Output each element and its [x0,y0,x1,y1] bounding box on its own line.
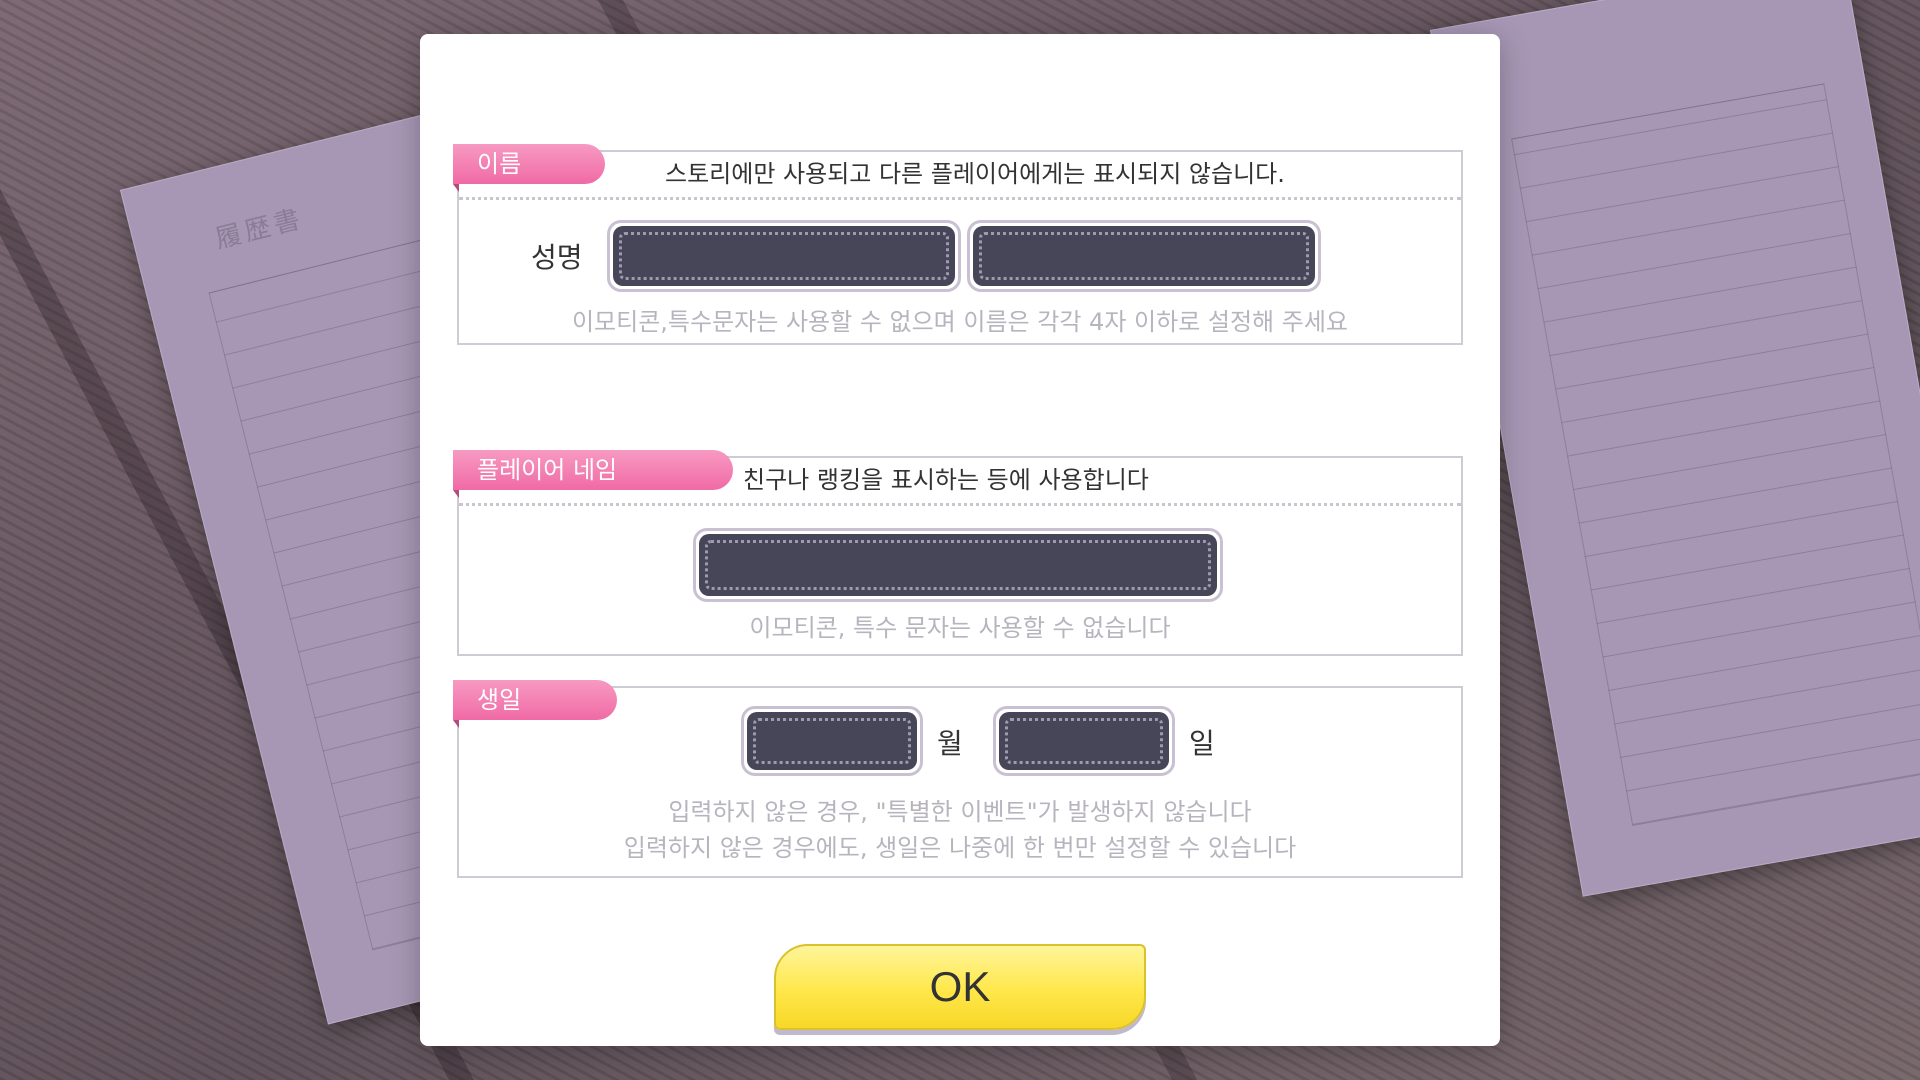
name-hint: 이모티콘,특수문자는 사용할 수 없으며 이름은 각각 4자 이하로 설정해 주… [571,308,1349,336]
background-document-title: 履歴書 [212,203,307,255]
profile-dialog: 이름 스토리에만 사용되고 다른 플레이어에게는 표시되지 않습니다. 성명 이… [420,34,1500,1046]
ok-button[interactable]: OK [774,944,1146,1030]
birth-day-input[interactable] [993,706,1175,776]
player-name-section: 플레이어 네임 친구나 랭킹을 표시하는 등에 사용합니다 이모티콘, 특수 문… [453,450,1463,656]
birth-month-input[interactable] [741,706,923,776]
day-label: 일 [1189,727,1215,760]
birthday-hint-line1: 입력하지 않은 경우, "특별한 이벤트"가 발생하지 않습니다 [668,798,1252,826]
birthday-section: 생일 월 일 입력하지 않은 경우, "특별한 이벤트"가 발생하지 않습니다 … [453,680,1463,878]
dotted-divider [459,503,1461,506]
name-description: 스토리에만 사용되고 다른 플레이어에게는 표시되지 않습니다. [665,160,1285,188]
birthday-hint-line2: 입력하지 않은 경우에도, 생일은 나중에 한 번만 설정할 수 있습니다 [623,834,1297,862]
month-label: 월 [937,727,963,760]
dotted-divider [459,197,1461,200]
full-name-label: 성명 [531,241,583,274]
birthday-tab: 생일 [453,680,617,728]
name-section: 이름 스토리에만 사용되고 다른 플레이어에게는 표시되지 않습니다. 성명 이… [453,144,1463,345]
name-tab: 이름 [453,144,605,192]
last-name-input[interactable] [607,220,961,292]
player-name-hint: 이모티콘, 특수 문자는 사용할 수 없습니다 [749,614,1171,642]
player-name-input[interactable] [693,528,1223,602]
player-name-tab: 플레이어 네임 [453,450,733,498]
first-name-input[interactable] [967,220,1321,292]
player-name-description: 친구나 랭킹을 표시하는 등에 사용합니다 [743,466,1149,494]
